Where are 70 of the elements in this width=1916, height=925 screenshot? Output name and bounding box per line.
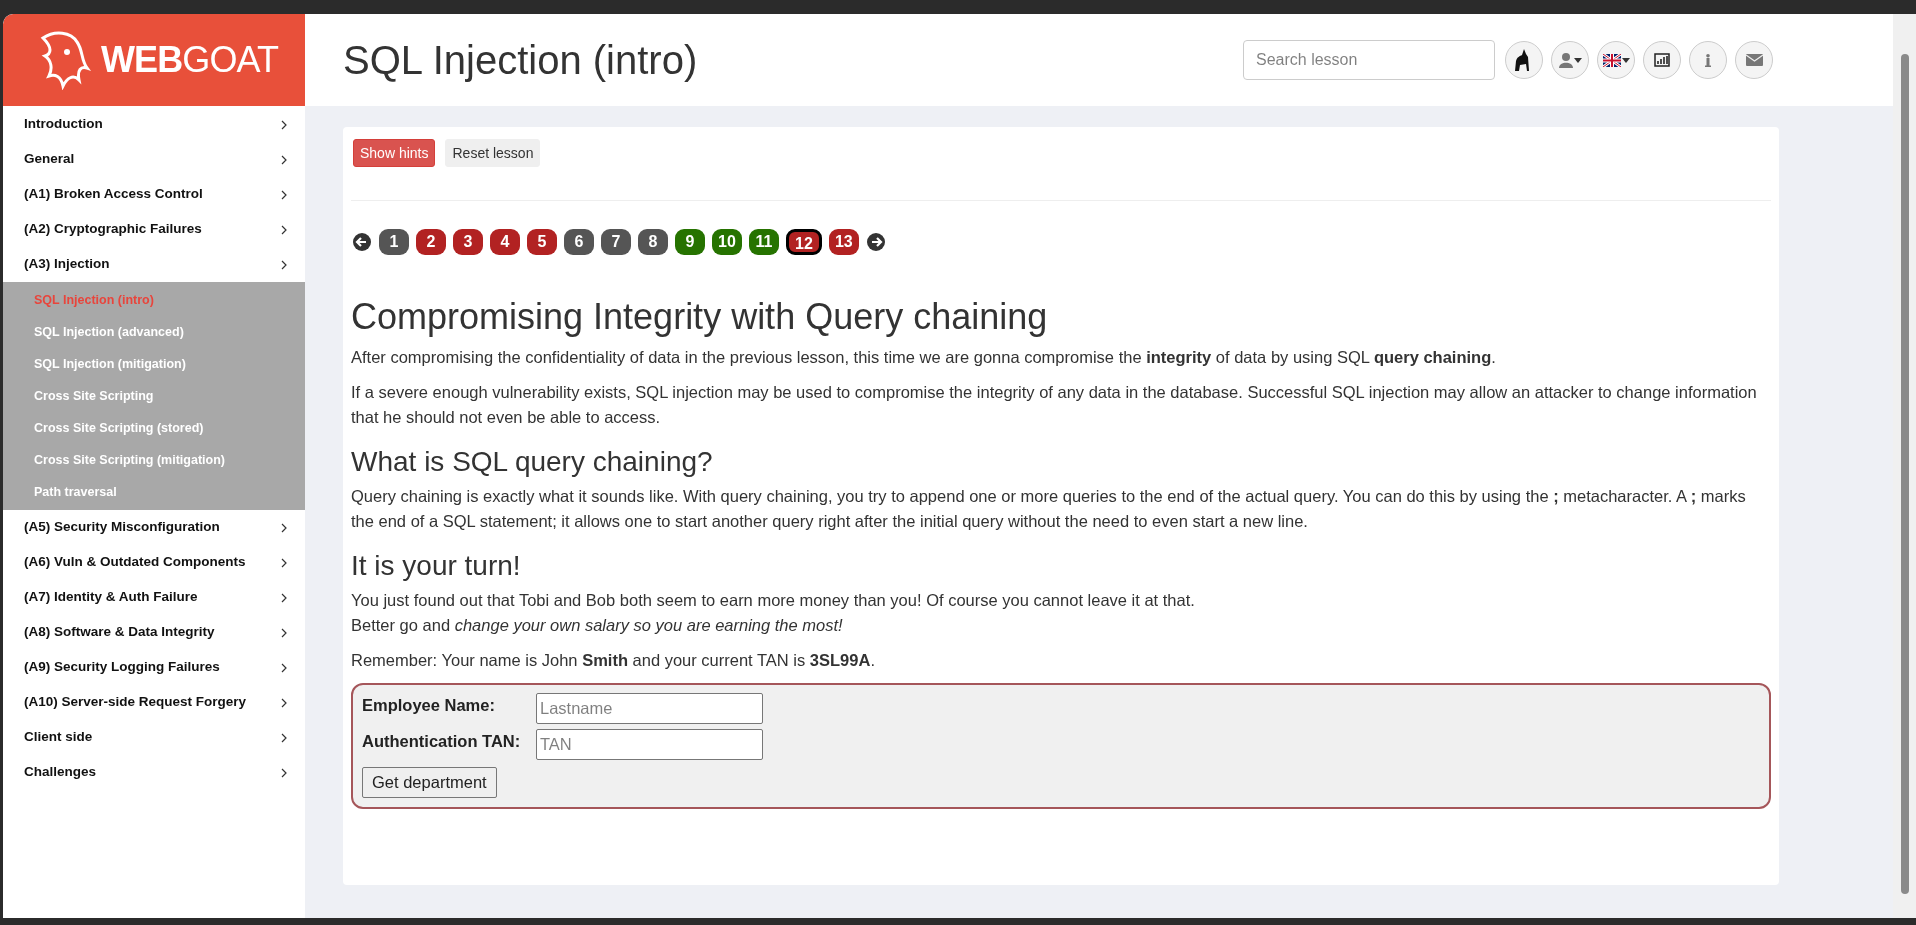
- chevron-icon: [281, 224, 287, 235]
- sidebar-item[interactable]: Client side: [3, 720, 305, 755]
- sidebar-item[interactable]: (A8) Software & Data Integrity: [3, 615, 305, 650]
- page-button[interactable]: 11: [749, 229, 779, 255]
- page-button[interactable]: 7: [601, 229, 631, 255]
- chevron-icon: [281, 119, 287, 130]
- page-button[interactable]: 10: [712, 229, 742, 255]
- chevron-icon: [281, 767, 287, 778]
- page-button[interactable]: 6: [564, 229, 594, 255]
- lesson-button[interactable]: Reset lesson: [445, 139, 541, 167]
- info-icon: [1705, 53, 1711, 67]
- sidebar-item[interactable]: Introduction: [3, 107, 305, 142]
- uk-flag-icon: [1602, 53, 1621, 67]
- section-subheading: What is SQL query chaining?: [351, 445, 714, 479]
- chevron-icon: [281, 662, 287, 673]
- lesson-button[interactable]: Show hints: [353, 139, 436, 167]
- sidebar-item[interactable]: (A2) Cryptographic Failures: [3, 212, 305, 247]
- paragraph: If a severe enough vulnerability exists, SQL injection may be used to compromise the integrity of any data in the database. Successful SQL injection may allow an attacker to change information that he should not even be able to access.: [351, 382, 1758, 428]
- paragraph: You just found out that Tobi and Bob both seem to earn more money than you! Of course you cannot leave it at that.: [351, 590, 1196, 611]
- chevron-icon: [281, 189, 287, 200]
- lesson-title: SQL Injection (intro): [343, 37, 699, 84]
- page-button[interactable]: 12: [786, 229, 822, 255]
- paragraph: Better go and change your own salary so you are earning the most!: [351, 615, 844, 636]
- toolbar-button[interactable]: [1597, 41, 1635, 79]
- sidebar-item[interactable]: (A3) Injection: [3, 247, 305, 282]
- logo-banner[interactable]: WEBGOAT: [3, 14, 305, 106]
- sidebar-item[interactable]: (A1) Broken Access Control: [3, 177, 305, 212]
- logo-text: WEBGOAT: [101, 42, 279, 78]
- page-button[interactable]: 9: [675, 229, 705, 255]
- chevron-icon: [281, 627, 287, 638]
- page-button[interactable]: 13: [828, 229, 859, 255]
- user-icon: [1558, 52, 1573, 68]
- paragraph: Query chaining is exactly what it sounds like. With query chaining, you try to append one or more queries to the end of the actual query. You can do this by using the ; metacharacter. A ; marks the end of a SQL statement; it allows one to start another query right after the initial query without the need to even start a new line.: [351, 486, 1747, 532]
- input-field[interactable]: TAN: [536, 729, 763, 760]
- caret-icon: [1573, 57, 1582, 63]
- paragraph: After compromising the confidentiality of data in the previous lesson, this time we are gonna compromise the integrity of data by using SQL query chaining.: [351, 347, 1497, 368]
- sidebar-item[interactable]: (A6) Vuln & Outdated Components: [3, 545, 305, 580]
- sidebar-item[interactable]: Challenges: [3, 755, 305, 790]
- search-field[interactable]: Search lesson: [1243, 40, 1495, 80]
- submit-button[interactable]: Get department: [362, 767, 497, 798]
- page-button[interactable]: 3: [453, 229, 483, 255]
- field-label: Authentication TAN:: [362, 731, 522, 752]
- bar-chart-icon: [1654, 53, 1670, 67]
- page-button[interactable]: 4: [490, 229, 520, 255]
- page-button[interactable]: 8: [638, 229, 668, 255]
- sidebar-item[interactable]: (A7) Identity & Auth Failure: [3, 580, 305, 615]
- caret-icon: [1621, 57, 1630, 63]
- toolbar-button[interactable]: [1643, 41, 1681, 79]
- chevron-icon: [281, 557, 287, 568]
- chevron-icon: [281, 522, 287, 533]
- section-heading: Compromising Integrity with Query chaining: [351, 295, 1049, 339]
- paragraph: Remember: Your name is John Smith and your current TAN is 3SL99A.: [351, 650, 876, 671]
- chevron-icon: [281, 259, 287, 270]
- page-button[interactable]: 1: [379, 229, 409, 255]
- input-field[interactable]: Lastname: [536, 693, 763, 724]
- sidebar-item[interactable]: (A10) Server-side Request Forgery: [3, 685, 305, 720]
- sidebar-item[interactable]: (A9) Security Logging Failures: [3, 650, 305, 685]
- chevron-icon: [281, 697, 287, 708]
- chevron-icon: [281, 592, 287, 603]
- field-label: Employee Name:: [362, 695, 496, 716]
- chevron-icon: [281, 154, 287, 165]
- page-button[interactable]: 2: [416, 229, 446, 255]
- toolbar-button[interactable]: [1505, 41, 1543, 79]
- chevron-icon: [281, 732, 287, 743]
- page-button[interactable]: 5: [527, 229, 557, 255]
- sidebar-item[interactable]: (A5) Security Misconfiguration: [3, 510, 305, 545]
- section-subheading: It is your turn!: [351, 549, 522, 583]
- mail-icon: [1745, 54, 1763, 66]
- scrollbar-thumb[interactable]: [1900, 54, 1909, 894]
- sidebar-item[interactable]: General: [3, 142, 305, 177]
